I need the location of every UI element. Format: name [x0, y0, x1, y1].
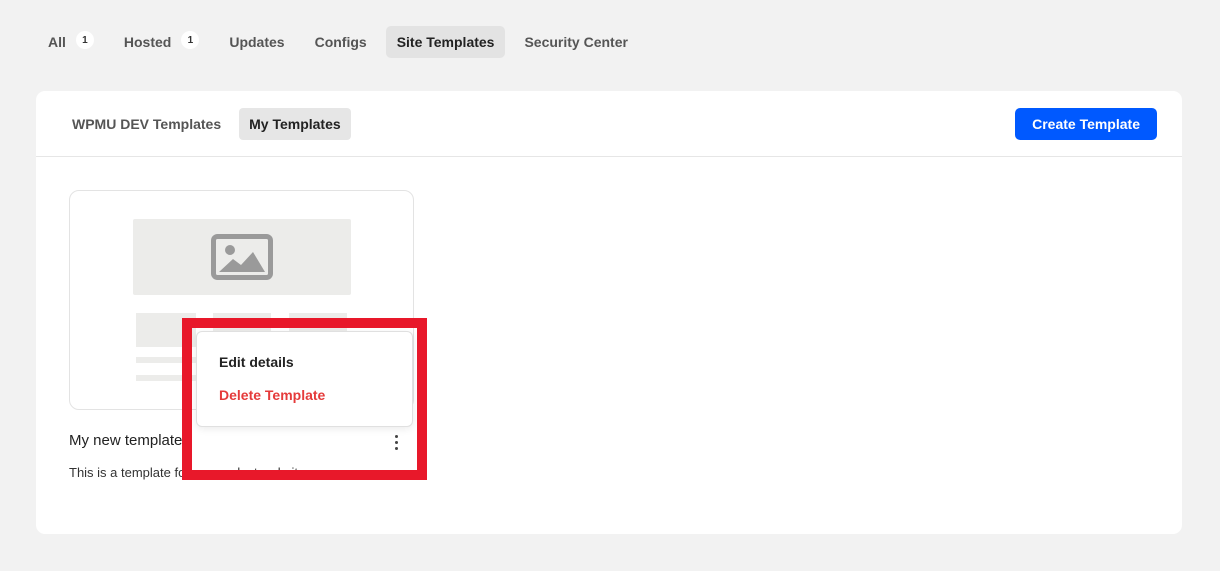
templates-panel: WPMU DEV Templates My Templates Create T…	[36, 91, 1182, 534]
tab-wpmu-dev-templates[interactable]: WPMU DEV Templates	[62, 108, 231, 140]
edit-details-menu-item[interactable]: Edit details	[219, 354, 294, 370]
tab-hosted[interactable]: Hosted 1	[113, 26, 210, 58]
tab-updates-label: Updates	[229, 34, 285, 50]
tab-all[interactable]: All 1	[37, 26, 105, 58]
thumbnail-hero-placeholder	[133, 219, 351, 295]
thumbnail-line-placeholder	[136, 375, 196, 381]
template-description: This is a template for my product websit…	[69, 465, 306, 480]
template-actions-menu: Edit details Delete Template	[196, 331, 413, 427]
kebab-menu-icon[interactable]	[388, 431, 404, 453]
tab-security-center-label: Security Center	[524, 34, 628, 50]
tab-all-label: All	[48, 34, 66, 50]
tab-hosted-label: Hosted	[123, 34, 172, 50]
top-tab-bar: All 1 Hosted 1 Updates Configs Site Temp…	[37, 26, 639, 58]
tab-my-templates[interactable]: My Templates	[239, 108, 351, 140]
tab-hosted-count-badge: 1	[181, 31, 200, 49]
delete-template-menu-item[interactable]: Delete Template	[219, 387, 325, 403]
tab-all-count-badge: 1	[75, 31, 94, 49]
tab-security-center[interactable]: Security Center	[513, 26, 638, 58]
tab-my-templates-label: My Templates	[249, 116, 341, 132]
thumbnail-block-placeholder	[136, 313, 196, 347]
tab-wpmu-dev-templates-label: WPMU DEV Templates	[72, 116, 222, 132]
template-title: My new template	[69, 432, 183, 449]
tab-configs-label: Configs	[314, 34, 367, 50]
tab-site-templates[interactable]: Site Templates	[385, 26, 506, 58]
templates-panel-header: WPMU DEV Templates My Templates Create T…	[36, 91, 1182, 157]
tab-configs[interactable]: Configs	[304, 26, 378, 58]
image-placeholder-icon	[211, 234, 273, 280]
create-template-button[interactable]: Create Template	[1015, 108, 1157, 140]
thumbnail-line-placeholder	[136, 357, 196, 363]
tab-updates[interactable]: Updates	[218, 26, 295, 58]
template-source-tabs: WPMU DEV Templates My Templates	[62, 108, 351, 140]
tab-site-templates-label: Site Templates	[396, 34, 495, 50]
